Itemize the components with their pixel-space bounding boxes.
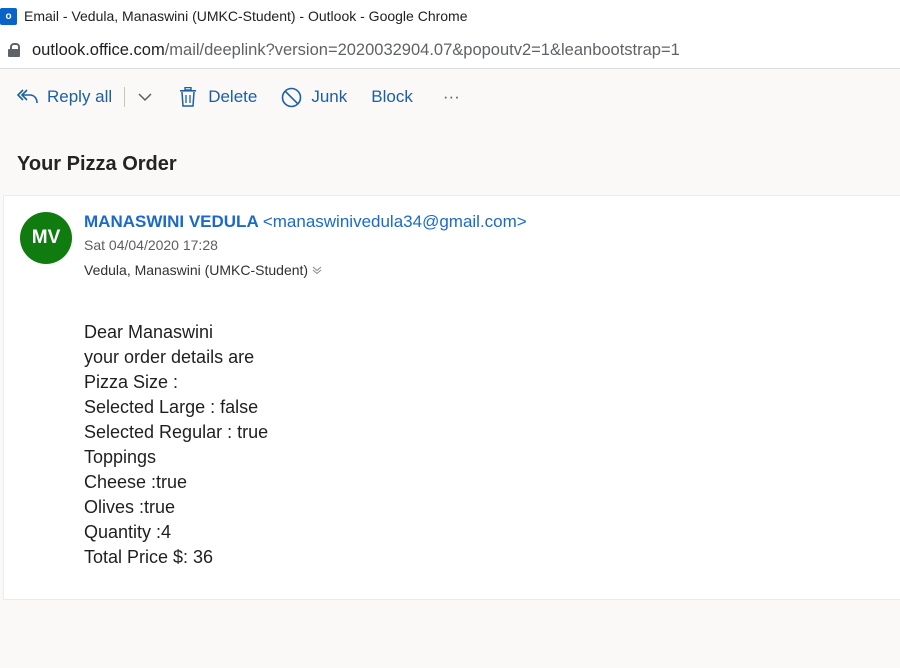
body-line: Dear Manaswini bbox=[84, 322, 214, 342]
reply-options-dropdown[interactable] bbox=[137, 92, 153, 102]
delete-button[interactable]: Delete bbox=[179, 87, 257, 107]
body-line: Pizza Size : bbox=[84, 372, 179, 392]
more-actions-button[interactable]: ··· bbox=[443, 87, 460, 107]
block-button[interactable]: Block bbox=[371, 87, 413, 107]
more-actions-icon: ··· bbox=[442, 87, 460, 106]
junk-label: Junk bbox=[311, 87, 348, 106]
window-title: Email - Vedula, Manaswini (UMKC-Student)… bbox=[24, 8, 468, 24]
reply-all-icon bbox=[17, 88, 39, 106]
avatar-initials: MV bbox=[31, 227, 61, 248]
message-date: Sat 04/04/2020 17:28 bbox=[84, 237, 218, 253]
reply-all-label: Reply all bbox=[47, 87, 113, 106]
body-line: Cheese :true bbox=[84, 472, 188, 492]
recipient-name[interactable]: Vedula, Manaswini (UMKC-Student) bbox=[84, 262, 308, 278]
url-path[interactable]: /mail/deeplink?version=2020032904.07&pop… bbox=[165, 41, 680, 60]
message-toolbar: Reply all Delete Junk Block ··· bbox=[0, 69, 900, 125]
lock-icon[interactable] bbox=[8, 43, 20, 57]
message-card: MV MANASWINI VEDULA <manaswinivedula34@g… bbox=[3, 195, 900, 600]
body-line: Selected Regular : true bbox=[84, 422, 269, 442]
reply-all-button[interactable]: Reply all bbox=[17, 87, 112, 107]
expand-recipients-icon[interactable] bbox=[312, 262, 322, 278]
body-line: Selected Large : false bbox=[84, 397, 259, 417]
body-line: Toppings bbox=[84, 447, 157, 467]
toolbar-divider bbox=[124, 87, 126, 107]
message-subject: Your Pizza Order bbox=[17, 153, 177, 175]
sender-line[interactable]: MANASWINI VEDULA <manaswinivedula34@gmai… bbox=[84, 212, 527, 232]
sender-name[interactable]: MANASWINI VEDULA bbox=[84, 212, 258, 231]
chevron-down-icon bbox=[137, 92, 153, 102]
body-line: Total Price $: 36 bbox=[84, 547, 214, 567]
block-circle-icon bbox=[281, 87, 302, 108]
trash-icon bbox=[179, 87, 197, 107]
delete-label: Delete bbox=[208, 87, 258, 106]
outlook-app-icon: o bbox=[0, 7, 17, 25]
window-titlebar: o Email - Vedula, Manaswini (UMKC-Studen… bbox=[0, 0, 900, 32]
address-bar[interactable]: outlook.office.com /mail/deeplink?versio… bbox=[0, 32, 900, 69]
body-line: Olives :true bbox=[84, 497, 176, 517]
block-label: Block bbox=[371, 87, 413, 106]
body-line: your order details are bbox=[84, 347, 255, 367]
sender-avatar[interactable]: MV bbox=[20, 212, 72, 264]
message-body: Dear Manaswini your order details are Pi… bbox=[84, 320, 268, 570]
body-line: Quantity :4 bbox=[84, 522, 172, 542]
junk-button[interactable]: Junk bbox=[281, 87, 347, 108]
recipient-line[interactable]: Vedula, Manaswini (UMKC-Student) bbox=[84, 262, 322, 278]
url-host[interactable]: outlook.office.com bbox=[32, 41, 165, 60]
sender-email[interactable]: <manaswinivedula34@gmail.com> bbox=[263, 212, 527, 231]
